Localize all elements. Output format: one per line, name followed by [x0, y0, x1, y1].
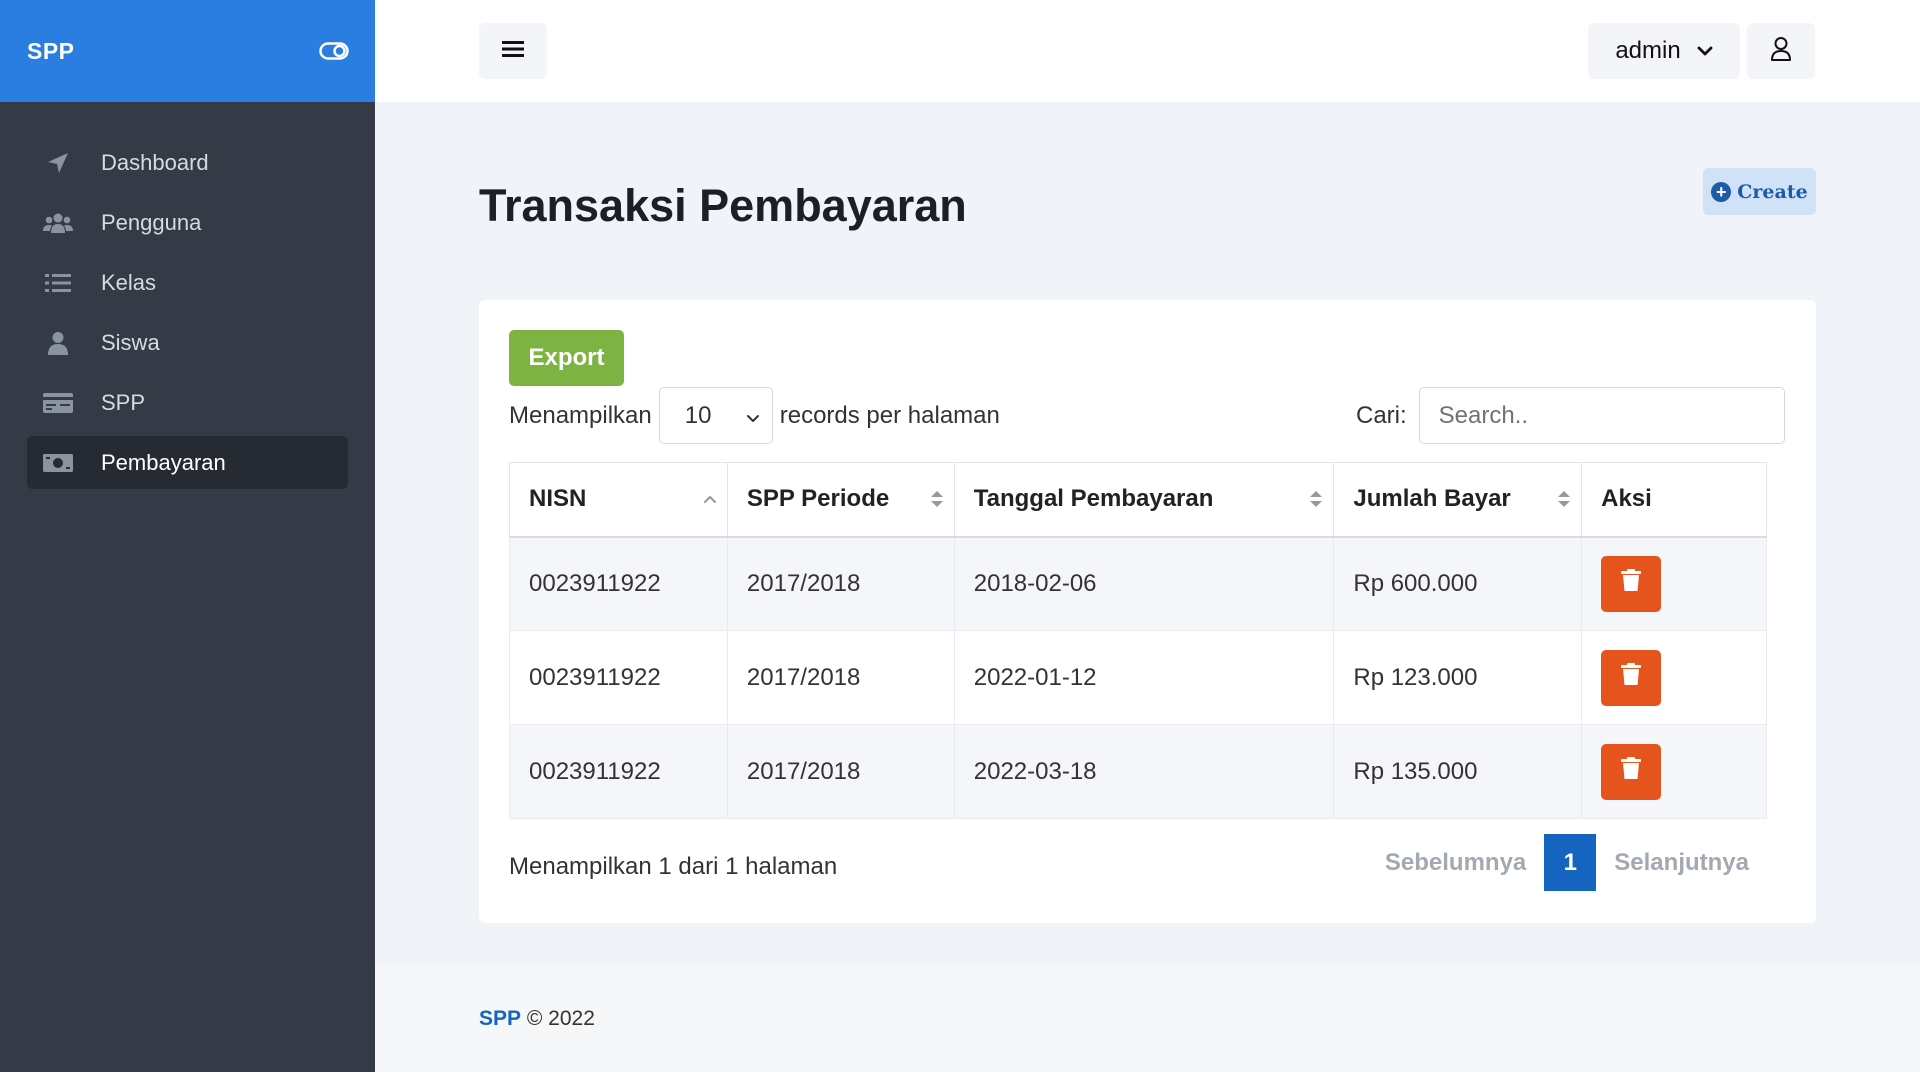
sort-icon: [1557, 488, 1571, 510]
cell-aksi: [1581, 630, 1767, 725]
column-header-spp-periode[interactable]: SPP Periode: [726, 462, 955, 538]
table-row: 0023911922 2017/2018 2022-01-12 Rp 123.0…: [509, 630, 1767, 725]
hamburger-icon: [502, 39, 524, 64]
search-label: Cari:: [1356, 401, 1407, 429]
search-input[interactable]: [1418, 387, 1785, 444]
delete-button[interactable]: [1601, 649, 1662, 706]
transactions-table: NISN SPP Periode Tanggal Pembayaran Juml…: [509, 462, 1767, 819]
list-icon: [43, 271, 73, 295]
cell-tanggal: 2022-03-18: [953, 724, 1335, 819]
delete-button[interactable]: [1601, 743, 1662, 800]
cell-tanggal: 2018-02-06: [953, 536, 1335, 631]
column-header-jumlah-bayar[interactable]: Jumlah Bayar: [1333, 462, 1583, 538]
trash-icon: [1621, 757, 1642, 786]
cell-nisn: 0023911922: [509, 724, 728, 819]
chevron-down-icon: [746, 402, 760, 430]
pagination-previous[interactable]: Sebelumnya: [1367, 849, 1544, 877]
footer: SPP © 2022: [375, 967, 1920, 1072]
sidebar-item-pembayaran[interactable]: Pembayaran: [27, 436, 348, 489]
pagination-next[interactable]: Selanjutnya: [1596, 849, 1767, 877]
create-button-label: Create: [1737, 180, 1808, 203]
cell-aksi: [1581, 536, 1767, 631]
sidebar-item-label: Pengguna: [101, 209, 202, 235]
cell-jumlah: Rp 600.000: [1333, 536, 1583, 631]
length-prefix: Menampilkan: [509, 401, 652, 429]
topbar: admin: [375, 0, 1920, 102]
cell-periode: 2017/2018: [726, 724, 955, 819]
plus-circle-icon: +: [1711, 181, 1732, 202]
page-length-control: Menampilkan 10 records per halaman: [509, 387, 1000, 444]
sidebar-item-label: Siswa: [101, 329, 160, 355]
table-row: 0023911922 2017/2018 2022-03-18 Rp 135.0…: [509, 724, 1767, 819]
chevron-down-icon: [1697, 46, 1713, 56]
export-button[interactable]: Export: [509, 330, 624, 386]
user-outline-icon: [1770, 36, 1792, 67]
sidebar-item-label: Dashboard: [101, 149, 209, 175]
sidebar: SPP Dashboard Pengguna Kelas Siswa SPP P…: [0, 0, 375, 1072]
page-length-select[interactable]: 10: [658, 387, 773, 444]
cell-periode: 2017/2018: [726, 536, 955, 631]
sidebar-item-dashboard[interactable]: Dashboard: [27, 136, 348, 189]
sort-icon: [930, 488, 944, 510]
column-header-nisn[interactable]: NISN: [509, 462, 728, 538]
column-header-label: Aksi: [1601, 485, 1652, 513]
sort-ascending-icon: [703, 488, 717, 510]
sidebar-brand: SPP: [0, 0, 375, 102]
column-header-label: Tanggal Pembayaran: [973, 485, 1214, 513]
sort-icon: [1309, 488, 1323, 510]
sidebar-nav: Dashboard Pengguna Kelas Siswa SPP Pemba…: [0, 102, 375, 489]
sidebar-item-label: SPP: [101, 389, 146, 415]
sidebar-item-pengguna[interactable]: Pengguna: [27, 196, 348, 249]
column-header-label: SPP Periode: [746, 485, 890, 513]
trash-icon: [1621, 663, 1642, 692]
cell-jumlah: Rp 123.000: [1333, 630, 1583, 725]
column-header-tanggal-pembayaran[interactable]: Tanggal Pembayaran: [953, 462, 1335, 538]
brand-title[interactable]: SPP: [27, 38, 75, 65]
sidebar-item-spp[interactable]: SPP: [27, 376, 348, 429]
money-icon: [43, 451, 73, 475]
profile-button[interactable]: [1747, 23, 1815, 79]
user-name: admin: [1615, 37, 1681, 64]
menu-toggle-button[interactable]: [479, 23, 547, 79]
footer-text: SPP © 2022: [479, 1007, 595, 1031]
sidebar-item-label: Pembayaran: [101, 449, 226, 475]
users-icon: [43, 211, 73, 235]
sidebar-item-siswa[interactable]: Siswa: [27, 316, 348, 369]
table-row: 0023911922 2017/2018 2018-02-06 Rp 600.0…: [509, 536, 1767, 631]
paper-plane-icon: [43, 151, 73, 175]
column-header-aksi: Aksi: [1581, 462, 1767, 538]
transactions-card: Export Menampilkan 10 records per halama…: [479, 300, 1816, 923]
cell-aksi: [1581, 724, 1767, 819]
delete-button[interactable]: [1601, 555, 1662, 612]
search-control: Cari:: [1356, 387, 1785, 444]
pagination-page-current[interactable]: 1: [1544, 834, 1597, 891]
sidebar-item-label: Kelas: [101, 269, 157, 295]
length-suffix: records per halaman: [779, 401, 1000, 429]
card-icon: [43, 391, 73, 415]
create-button[interactable]: + Create: [1703, 168, 1816, 215]
trash-icon: [1621, 569, 1642, 598]
footer-copyright: © 2022: [526, 1007, 595, 1030]
column-header-label: Jumlah Bayar: [1353, 485, 1511, 513]
cell-nisn: 0023911922: [509, 630, 728, 725]
user-menu-button[interactable]: admin: [1588, 23, 1740, 79]
user-icon: [43, 331, 73, 355]
pagination: Sebelumnya 1 Selanjutnya: [1367, 834, 1767, 891]
footer-brand-link[interactable]: SPP: [479, 1007, 521, 1030]
table-header-row: NISN SPP Periode Tanggal Pembayaran Juml…: [509, 462, 1767, 538]
cell-jumlah: Rp 135.000: [1333, 724, 1583, 819]
sidebar-item-kelas[interactable]: Kelas: [27, 256, 348, 309]
cell-nisn: 0023911922: [509, 536, 728, 631]
table-info: Menampilkan 1 dari 1 halaman: [509, 853, 838, 880]
sidebar-toggle-icon[interactable]: [319, 42, 349, 60]
cell-tanggal: 2022-01-12: [953, 630, 1335, 725]
page-title: Transaksi Pembayaran: [479, 180, 967, 231]
page-length-value: 10: [684, 401, 712, 429]
column-header-label: NISN: [529, 485, 587, 513]
cell-periode: 2017/2018: [726, 630, 955, 725]
